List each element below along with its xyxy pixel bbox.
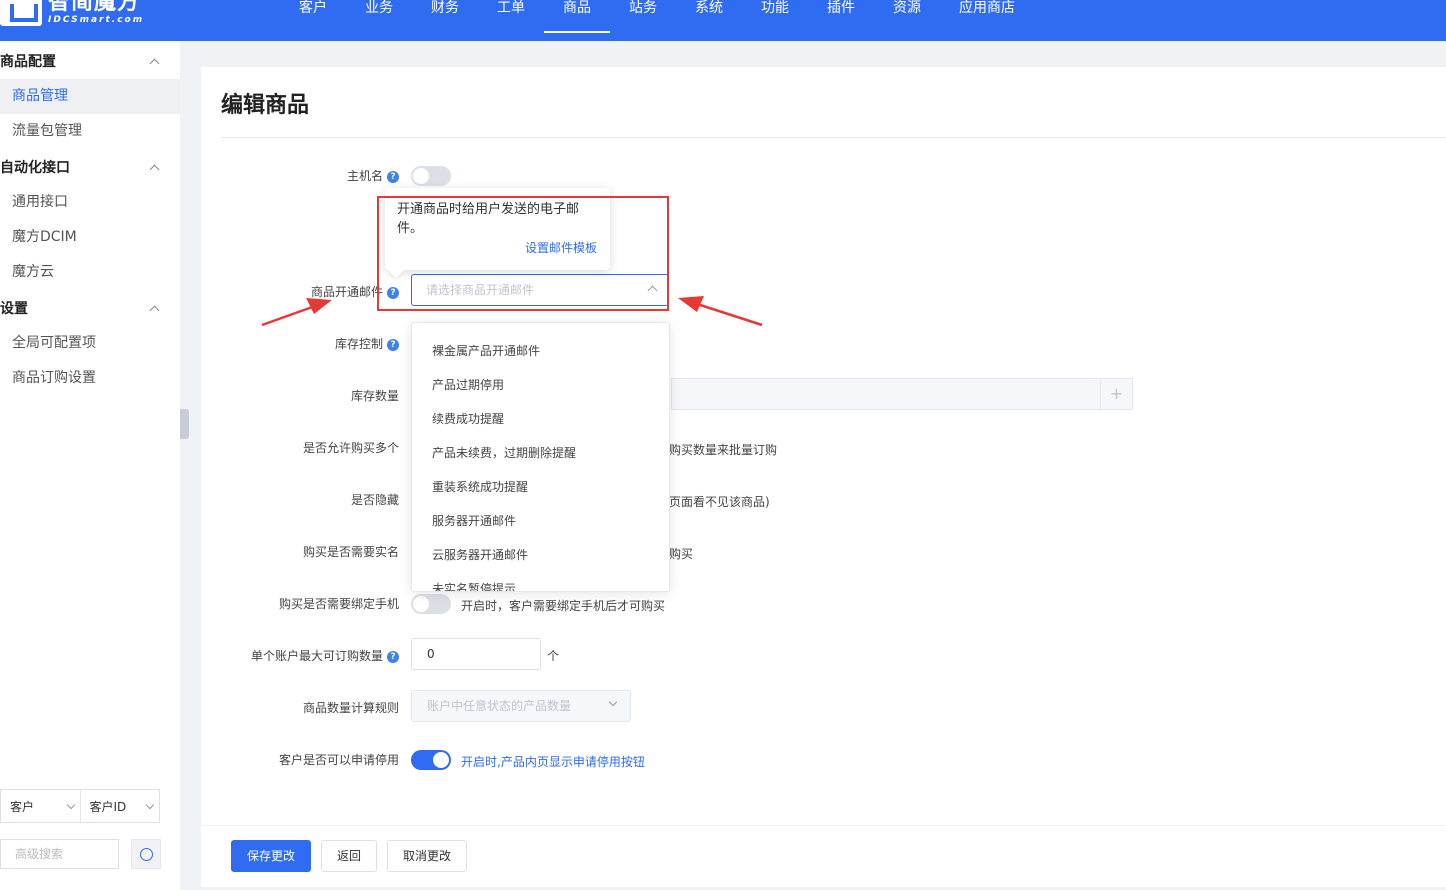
nav-finance[interactable]: 财务 [412,0,478,34]
phone-switch[interactable] [411,594,451,614]
hidden-hint: 页面看不见该商品) [669,495,770,509]
nav-products[interactable]: 商品 [544,0,610,34]
dropdown-option[interactable]: 服务器开通邮件 [412,504,669,538]
main-nav: 客户 业务 财务 工单 商品 站务 系统 功能 插件 资源 应用商店 [280,0,1034,41]
dropdown-option[interactable]: 未实名暂停提示 [412,572,669,591]
sidebar: 商品配置 商品管理 流量包管理 自动化接口 通用接口 魔方DCIM 魔方云 设置… [0,41,180,890]
customer-search-selectors: 客户 客户ID [0,789,160,823]
max-order-input[interactable]: 0 [411,638,541,670]
phone-hint: 开启时，客户需要绑定手机后才可购买 [461,599,666,613]
sidebar-item-order-settings[interactable]: 商品订购设置 [0,361,180,396]
suspend-hint: 开启时,产品内页显示申请停用按钮 [461,755,645,769]
dropdown-option[interactable]: 裸金属产品开通邮件 [412,334,669,368]
nav-app-store[interactable]: 应用商店 [940,0,1034,34]
sidebar-group-automation[interactable]: 自动化接口 [0,149,180,185]
dropdown-option[interactable]: 产品过期停用 [412,368,669,402]
brand-name-en: IDCSmart.com [48,15,145,25]
sidebar-item-dcim[interactable]: 魔方DCIM [0,220,180,255]
advanced-search-input[interactable]: 高级搜索 [0,839,119,869]
sidebar-collapse-handle[interactable] [180,409,189,439]
chevron-down-icon [608,697,618,707]
brand-name-cn: 智简魔方 [48,0,141,15]
dropdown-option[interactable]: 续费成功提醒 [412,402,669,436]
dropdown-option[interactable]: 产品未续费，过期删除提醒 [412,436,669,470]
hostname-label: 主机名? [347,167,399,184]
sidebar-item-generic-api[interactable]: 通用接口 [0,185,180,220]
allow-multi-label: 是否允许购买多个 [302,441,399,455]
max-order-label: 单个账户最大可订购数量? [251,647,399,664]
nav-customers[interactable]: 客户 [280,0,346,34]
sidebar-group-product-config[interactable]: 商品配置 [0,43,180,79]
max-order-unit: 个 [547,649,560,663]
logo-icon [0,0,42,26]
save-button[interactable]: 保存更改 [231,840,312,872]
sidebar-item-cloud[interactable]: 魔方云 [0,255,180,290]
realname-label: 购买是否需要实名 [302,545,399,559]
mail-options-dropdown: 裸金属产品开通邮件 产品过期停用 续费成功提醒 产品未续费，过期删除提醒 重装系… [411,322,670,592]
sidebar-item-product-management[interactable]: 商品管理 [0,79,180,114]
stock-control-label: 库存控制? [335,335,399,352]
chevron-up-icon [149,58,160,68]
sidebar-item-traffic-packages[interactable]: 流量包管理 [0,114,180,149]
cancel-button[interactable]: 取消更改 [387,840,468,872]
realname-hint: 购买 [669,547,694,561]
nav-features[interactable]: 功能 [742,0,808,34]
nav-plugins[interactable]: 插件 [808,0,874,34]
search-type-select[interactable]: 客户 [1,790,81,822]
count-rule-label: 商品数量计算规则 [302,701,399,715]
nav-resources[interactable]: 资源 [874,0,940,34]
suspend-label: 客户是否可以申请停用 [278,753,399,767]
chevron-down-icon [145,800,155,809]
dropdown-option[interactable]: 重装系统成功提醒 [412,470,669,504]
page-title: 编辑商品 [221,93,310,118]
search-button[interactable] [131,839,161,869]
annotation-highlight-box [377,196,669,311]
search-field-select[interactable]: 客户ID [81,790,160,822]
sidebar-group-label: 自动化接口 [0,160,70,176]
chevron-up-icon [149,305,160,315]
phone-label: 购买是否需要绑定手机 [278,597,399,611]
search-icon [139,847,153,861]
suspend-switch[interactable] [411,750,451,770]
nav-tickets[interactable]: 工单 [478,0,544,34]
chevron-down-icon [66,800,75,809]
back-button[interactable]: 返回 [321,840,378,872]
allow-multi-hint: 购买数量来批量订购 [669,443,778,457]
top-nav-bar: 智简魔方 IDCSmart.com 客户 业务 财务 工单 商品 站务 系统 功… [0,0,1446,41]
nav-system[interactable]: 系统 [676,0,742,34]
help-icon[interactable]: ? [387,339,399,351]
divider [221,137,1446,138]
help-icon[interactable]: ? [387,651,399,663]
nav-business[interactable]: 业务 [346,0,412,34]
sidebar-group-label: 商品配置 [0,54,56,70]
help-icon[interactable]: ? [387,171,399,183]
brand-logo[interactable]: 智简魔方 IDCSmart.com [0,0,144,30]
plus-icon[interactable]: + [1100,379,1132,409]
sidebar-item-global-options[interactable]: 全局可配置项 [0,326,180,361]
sidebar-group-settings[interactable]: 设置 [0,290,180,326]
count-rule-select[interactable]: 账户中任意状态的产品数量 [411,690,631,722]
nav-site[interactable]: 站务 [610,0,676,34]
sidebar-group-label: 设置 [0,301,28,317]
hostname-switch[interactable] [411,166,451,186]
stock-qty-input[interactable]: + [671,378,1133,410]
form-footer: 保存更改 返回 取消更改 [201,825,1446,887]
chevron-up-icon [149,164,160,174]
dropdown-option[interactable]: 云服务器开通邮件 [412,538,669,572]
hidden-label: 是否隐藏 [350,493,399,507]
stock-qty-label: 库存数量 [350,389,399,403]
